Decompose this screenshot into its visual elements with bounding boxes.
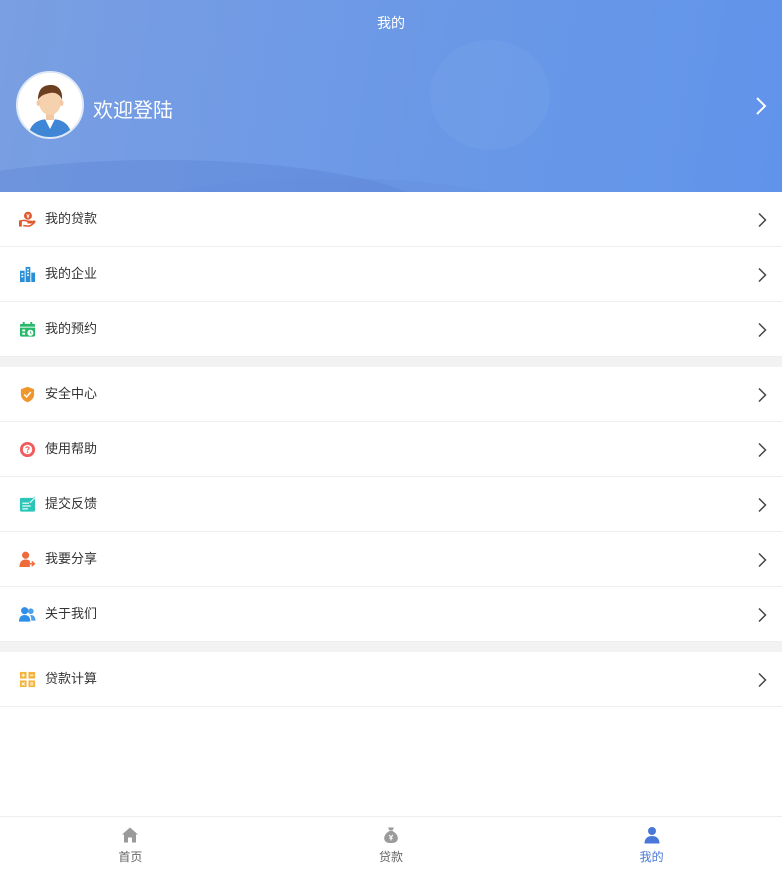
menu-item-label: 贷款计算 (45, 672, 98, 687)
tab-label: 我的 (639, 850, 664, 864)
avatar[interactable] (16, 71, 84, 139)
chevron-right-icon (758, 212, 767, 228)
menu-group: 贷款计算 (0, 652, 782, 707)
chevron-right-icon (758, 387, 767, 403)
help-icon (19, 441, 36, 458)
menu-group: 安全中心使用帮助提交反馈我要分享关于我们 (0, 367, 782, 642)
header-decoration (430, 40, 550, 150)
calendar-icon (19, 321, 36, 337)
tab-label: 贷款 (379, 850, 404, 864)
menu-item-label: 我的贷款 (45, 212, 98, 227)
menu-item-label: 我的企业 (45, 267, 98, 282)
menu-item-label: 安全中心 (45, 387, 98, 402)
tab-mine[interactable]: 我的 (521, 817, 782, 870)
chevron-right-icon (758, 672, 767, 688)
chevron-right-icon (758, 497, 767, 513)
menu-item-label: 我的预约 (45, 322, 98, 337)
chevron-right-icon (758, 552, 767, 568)
avatar-person-icon (18, 73, 82, 137)
group-separator (0, 357, 782, 367)
tab-label: 首页 (118, 850, 143, 864)
menu-item-label: 我要分享 (45, 552, 98, 567)
menu-item-label: 提交反馈 (45, 497, 98, 512)
menu-item[interactable]: 安全中心 (0, 367, 782, 422)
users-icon (19, 607, 36, 622)
chevron-right-icon[interactable] (754, 96, 768, 116)
menu-item[interactable]: 我要分享 (0, 532, 782, 587)
menu-group: 我的贷款我的企业我的预约 (0, 192, 782, 357)
feedback-icon (19, 496, 36, 512)
chevron-right-icon (758, 607, 767, 623)
menu-item[interactable]: 我的预约 (0, 302, 782, 357)
menu-item-label: 关于我们 (45, 607, 98, 622)
calculator-grid-icon (19, 671, 36, 688)
tab-loan[interactable]: 贷款 (261, 817, 522, 870)
group-separator (0, 642, 782, 652)
chevron-right-icon (758, 267, 767, 283)
menu-item-label: 使用帮助 (45, 442, 98, 457)
welcome-login-text[interactable]: 欢迎登陆 (93, 94, 173, 123)
share-user-icon (19, 551, 36, 568)
menu-list: 我的贷款我的企业我的预约安全中心使用帮助提交反馈我要分享关于我们贷款计算 (0, 192, 782, 707)
menu-item[interactable]: 使用帮助 (0, 422, 782, 477)
menu-item[interactable]: 提交反馈 (0, 477, 782, 532)
tab-home[interactable]: 首页 (0, 817, 261, 870)
page-title: 我的 (377, 16, 405, 32)
menu-item[interactable]: 贷款计算 (0, 652, 782, 707)
home-icon (122, 827, 139, 843)
chevron-right-icon (758, 442, 767, 458)
building-icon (19, 266, 36, 283)
bottom-tab-bar: 首页 贷款 我的 (0, 816, 782, 870)
shield-icon (20, 386, 35, 403)
menu-item[interactable]: 我的贷款 (0, 192, 782, 247)
person-icon (644, 827, 660, 844)
money-bag-icon (384, 827, 398, 843)
chevron-right-icon (758, 322, 767, 338)
menu-item[interactable]: 我的企业 (0, 247, 782, 302)
loan-hand-icon (19, 211, 36, 227)
menu-item[interactable]: 关于我们 (0, 587, 782, 642)
profile-header: 我的 欢迎登陆 (0, 0, 782, 192)
